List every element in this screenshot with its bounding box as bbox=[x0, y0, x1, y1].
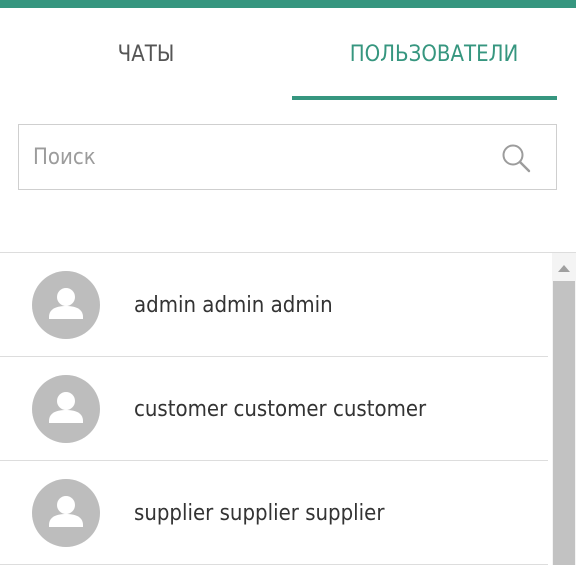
list-item[interactable]: supplier supplier supplier bbox=[0, 461, 548, 565]
user-avatar-icon bbox=[32, 271, 100, 339]
tab-bar: ЧАТЫ ПОЛЬЗОВАТЕЛИ bbox=[0, 8, 576, 100]
user-avatar-icon bbox=[32, 479, 100, 547]
user-name: customer customer customer bbox=[134, 396, 427, 422]
user-name: supplier supplier supplier bbox=[134, 500, 385, 526]
list-item[interactable]: customer customer customer bbox=[0, 357, 548, 461]
active-tab-indicator bbox=[292, 96, 557, 100]
tab-chats[interactable]: ЧАТЫ bbox=[0, 8, 292, 100]
user-avatar-icon bbox=[32, 375, 100, 443]
user-name: admin admin admin bbox=[134, 292, 333, 318]
search-icon[interactable] bbox=[500, 142, 532, 174]
scroll-thumb[interactable] bbox=[553, 281, 575, 565]
list-item[interactable]: admin admin admin bbox=[0, 253, 548, 357]
search-box[interactable] bbox=[18, 124, 557, 190]
top-accent-bar bbox=[0, 0, 576, 8]
scrollbar[interactable] bbox=[552, 253, 576, 565]
scroll-up-arrow-icon[interactable] bbox=[558, 265, 570, 272]
user-list: admin admin admin customer customer cust… bbox=[0, 252, 576, 565]
search-input[interactable] bbox=[33, 125, 483, 189]
tab-users[interactable]: ПОЛЬЗОВАТЕЛИ bbox=[292, 8, 576, 100]
